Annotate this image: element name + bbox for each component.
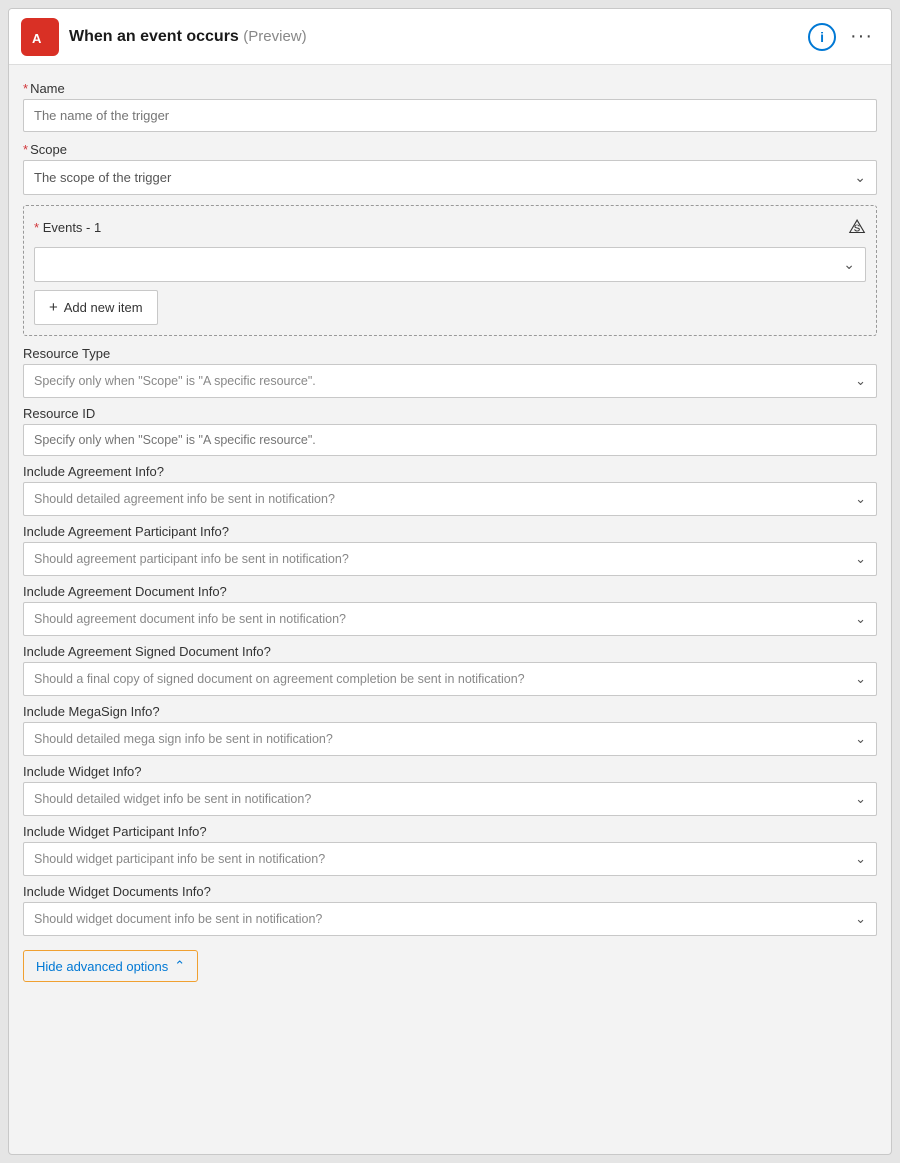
scope-select-text: The scope of the trigger xyxy=(34,170,854,185)
svg-text:A: A xyxy=(32,31,42,46)
plus-icon: + xyxy=(49,299,58,316)
header-actions: i ··· xyxy=(808,23,879,51)
advanced-field-group-3: Include Agreement Signed Document Info? S… xyxy=(23,644,877,696)
advanced-field-group-6: Include Widget Participant Info? Should w… xyxy=(23,824,877,876)
advanced-field-label-4: Include MegaSign Info? xyxy=(23,704,877,719)
advanced-field-select-text-3: Should a final copy of signed document o… xyxy=(34,672,855,686)
scope-select[interactable]: The scope of the trigger ⌄ xyxy=(23,160,877,195)
advanced-field-chevron-icon-4: ⌄ xyxy=(855,731,866,747)
name-required-star: * xyxy=(23,81,28,96)
hide-advanced-options-button[interactable]: Hide advanced options ⌃ xyxy=(23,950,198,982)
card-header: A When an event occurs (Preview) i ··· xyxy=(9,9,891,65)
name-label: * Name xyxy=(23,81,877,96)
events-section: * Events - 1 ⧌ ⌄ + Add new item xyxy=(23,205,877,336)
events-header: * Events - 1 ⧌ xyxy=(34,216,866,239)
resource-type-chevron-icon: ⌄ xyxy=(855,373,866,389)
resource-id-field-group: Resource ID xyxy=(23,406,877,456)
events-chevron-icon: ⌄ xyxy=(843,256,855,273)
advanced-field-chevron-icon-1: ⌄ xyxy=(855,551,866,567)
chevron-up-icon: ⌃ xyxy=(174,958,185,974)
more-options-button[interactable]: ··· xyxy=(844,23,879,50)
advanced-field-chevron-icon-2: ⌄ xyxy=(855,611,866,627)
scope-field-group: * Scope The scope of the trigger ⌄ xyxy=(23,142,877,195)
resource-id-label: Resource ID xyxy=(23,406,877,421)
events-required-star: * xyxy=(34,220,39,235)
advanced-field-select-text-2: Should agreement document info be sent i… xyxy=(34,612,855,626)
events-select[interactable]: ⌄ xyxy=(34,247,866,282)
resource-type-select[interactable]: Specify only when "Scope" is "A specific… xyxy=(23,364,877,398)
name-field-group: * Name xyxy=(23,81,877,132)
advanced-field-label-1: Include Agreement Participant Info? xyxy=(23,524,877,539)
header-title: When an event occurs (Preview) xyxy=(69,28,798,46)
advanced-field-select-2[interactable]: Should agreement document info be sent i… xyxy=(23,602,877,636)
advanced-field-select-6[interactable]: Should widget participant info be sent i… xyxy=(23,842,877,876)
advanced-field-chevron-icon-3: ⌄ xyxy=(855,671,866,687)
advanced-field-group-7: Include Widget Documents Info? Should wid… xyxy=(23,884,877,936)
scope-required-star: * xyxy=(23,142,28,157)
advanced-field-select-1[interactable]: Should agreement participant info be sen… xyxy=(23,542,877,576)
preview-label: (Preview) xyxy=(243,28,306,45)
advanced-field-select-text-0: Should detailed agreement info be sent i… xyxy=(34,492,855,506)
advanced-field-label-7: Include Widget Documents Info? xyxy=(23,884,877,899)
trigger-card: A When an event occurs (Preview) i ··· *… xyxy=(8,8,892,1155)
advanced-field-group-0: Include Agreement Info? Should detailed a… xyxy=(23,464,877,516)
advanced-field-group-4: Include MegaSign Info? Should detailed me… xyxy=(23,704,877,756)
advanced-field-label-6: Include Widget Participant Info? xyxy=(23,824,877,839)
scope-chevron-icon: ⌄ xyxy=(854,169,866,186)
advanced-fields-container: Include Agreement Info? Should detailed a… xyxy=(23,464,877,936)
advanced-field-group-5: Include Widget Info? Should detailed widg… xyxy=(23,764,877,816)
advanced-field-chevron-icon-6: ⌄ xyxy=(855,851,866,867)
resource-type-select-text: Specify only when "Scope" is "A specific… xyxy=(34,374,855,388)
advanced-field-group-1: Include Agreement Participant Info? Shoul… xyxy=(23,524,877,576)
grid-icon[interactable]: ⧌ xyxy=(848,216,866,239)
card-body: * Name * Scope The scope of the trigger … xyxy=(9,65,891,996)
events-label: * Events - 1 xyxy=(34,220,101,235)
advanced-field-chevron-icon-5: ⌄ xyxy=(855,791,866,807)
advanced-field-select-text-7: Should widget document info be sent in n… xyxy=(34,912,855,926)
advanced-field-group-2: Include Agreement Document Info? Should a… xyxy=(23,584,877,636)
advanced-field-select-text-6: Should widget participant info be sent i… xyxy=(34,852,855,866)
advanced-field-chevron-icon-7: ⌄ xyxy=(855,911,866,927)
resource-type-field-group: Resource Type Specify only when "Scope" … xyxy=(23,346,877,398)
name-input[interactable] xyxy=(23,99,877,132)
advanced-field-select-3[interactable]: Should a final copy of signed document o… xyxy=(23,662,877,696)
advanced-field-select-text-4: Should detailed mega sign info be sent i… xyxy=(34,732,855,746)
scope-label: * Scope xyxy=(23,142,877,157)
resource-type-label: Resource Type xyxy=(23,346,877,361)
add-new-item-button[interactable]: + Add new item xyxy=(34,290,158,325)
advanced-field-chevron-icon-0: ⌄ xyxy=(855,491,866,507)
advanced-field-label-2: Include Agreement Document Info? xyxy=(23,584,877,599)
advanced-field-select-text-5: Should detailed widget info be sent in n… xyxy=(34,792,855,806)
app-icon: A xyxy=(21,18,59,56)
advanced-field-select-4[interactable]: Should detailed mega sign info be sent i… xyxy=(23,722,877,756)
info-button[interactable]: i xyxy=(808,23,836,51)
advanced-field-select-5[interactable]: Should detailed widget info be sent in n… xyxy=(23,782,877,816)
advanced-field-select-7[interactable]: Should widget document info be sent in n… xyxy=(23,902,877,936)
advanced-field-label-0: Include Agreement Info? xyxy=(23,464,877,479)
advanced-field-select-text-1: Should agreement participant info be sen… xyxy=(34,552,855,566)
advanced-field-label-5: Include Widget Info? xyxy=(23,764,877,779)
advanced-field-select-0[interactable]: Should detailed agreement info be sent i… xyxy=(23,482,877,516)
resource-id-input[interactable] xyxy=(23,424,877,456)
advanced-field-label-3: Include Agreement Signed Document Info? xyxy=(23,644,877,659)
